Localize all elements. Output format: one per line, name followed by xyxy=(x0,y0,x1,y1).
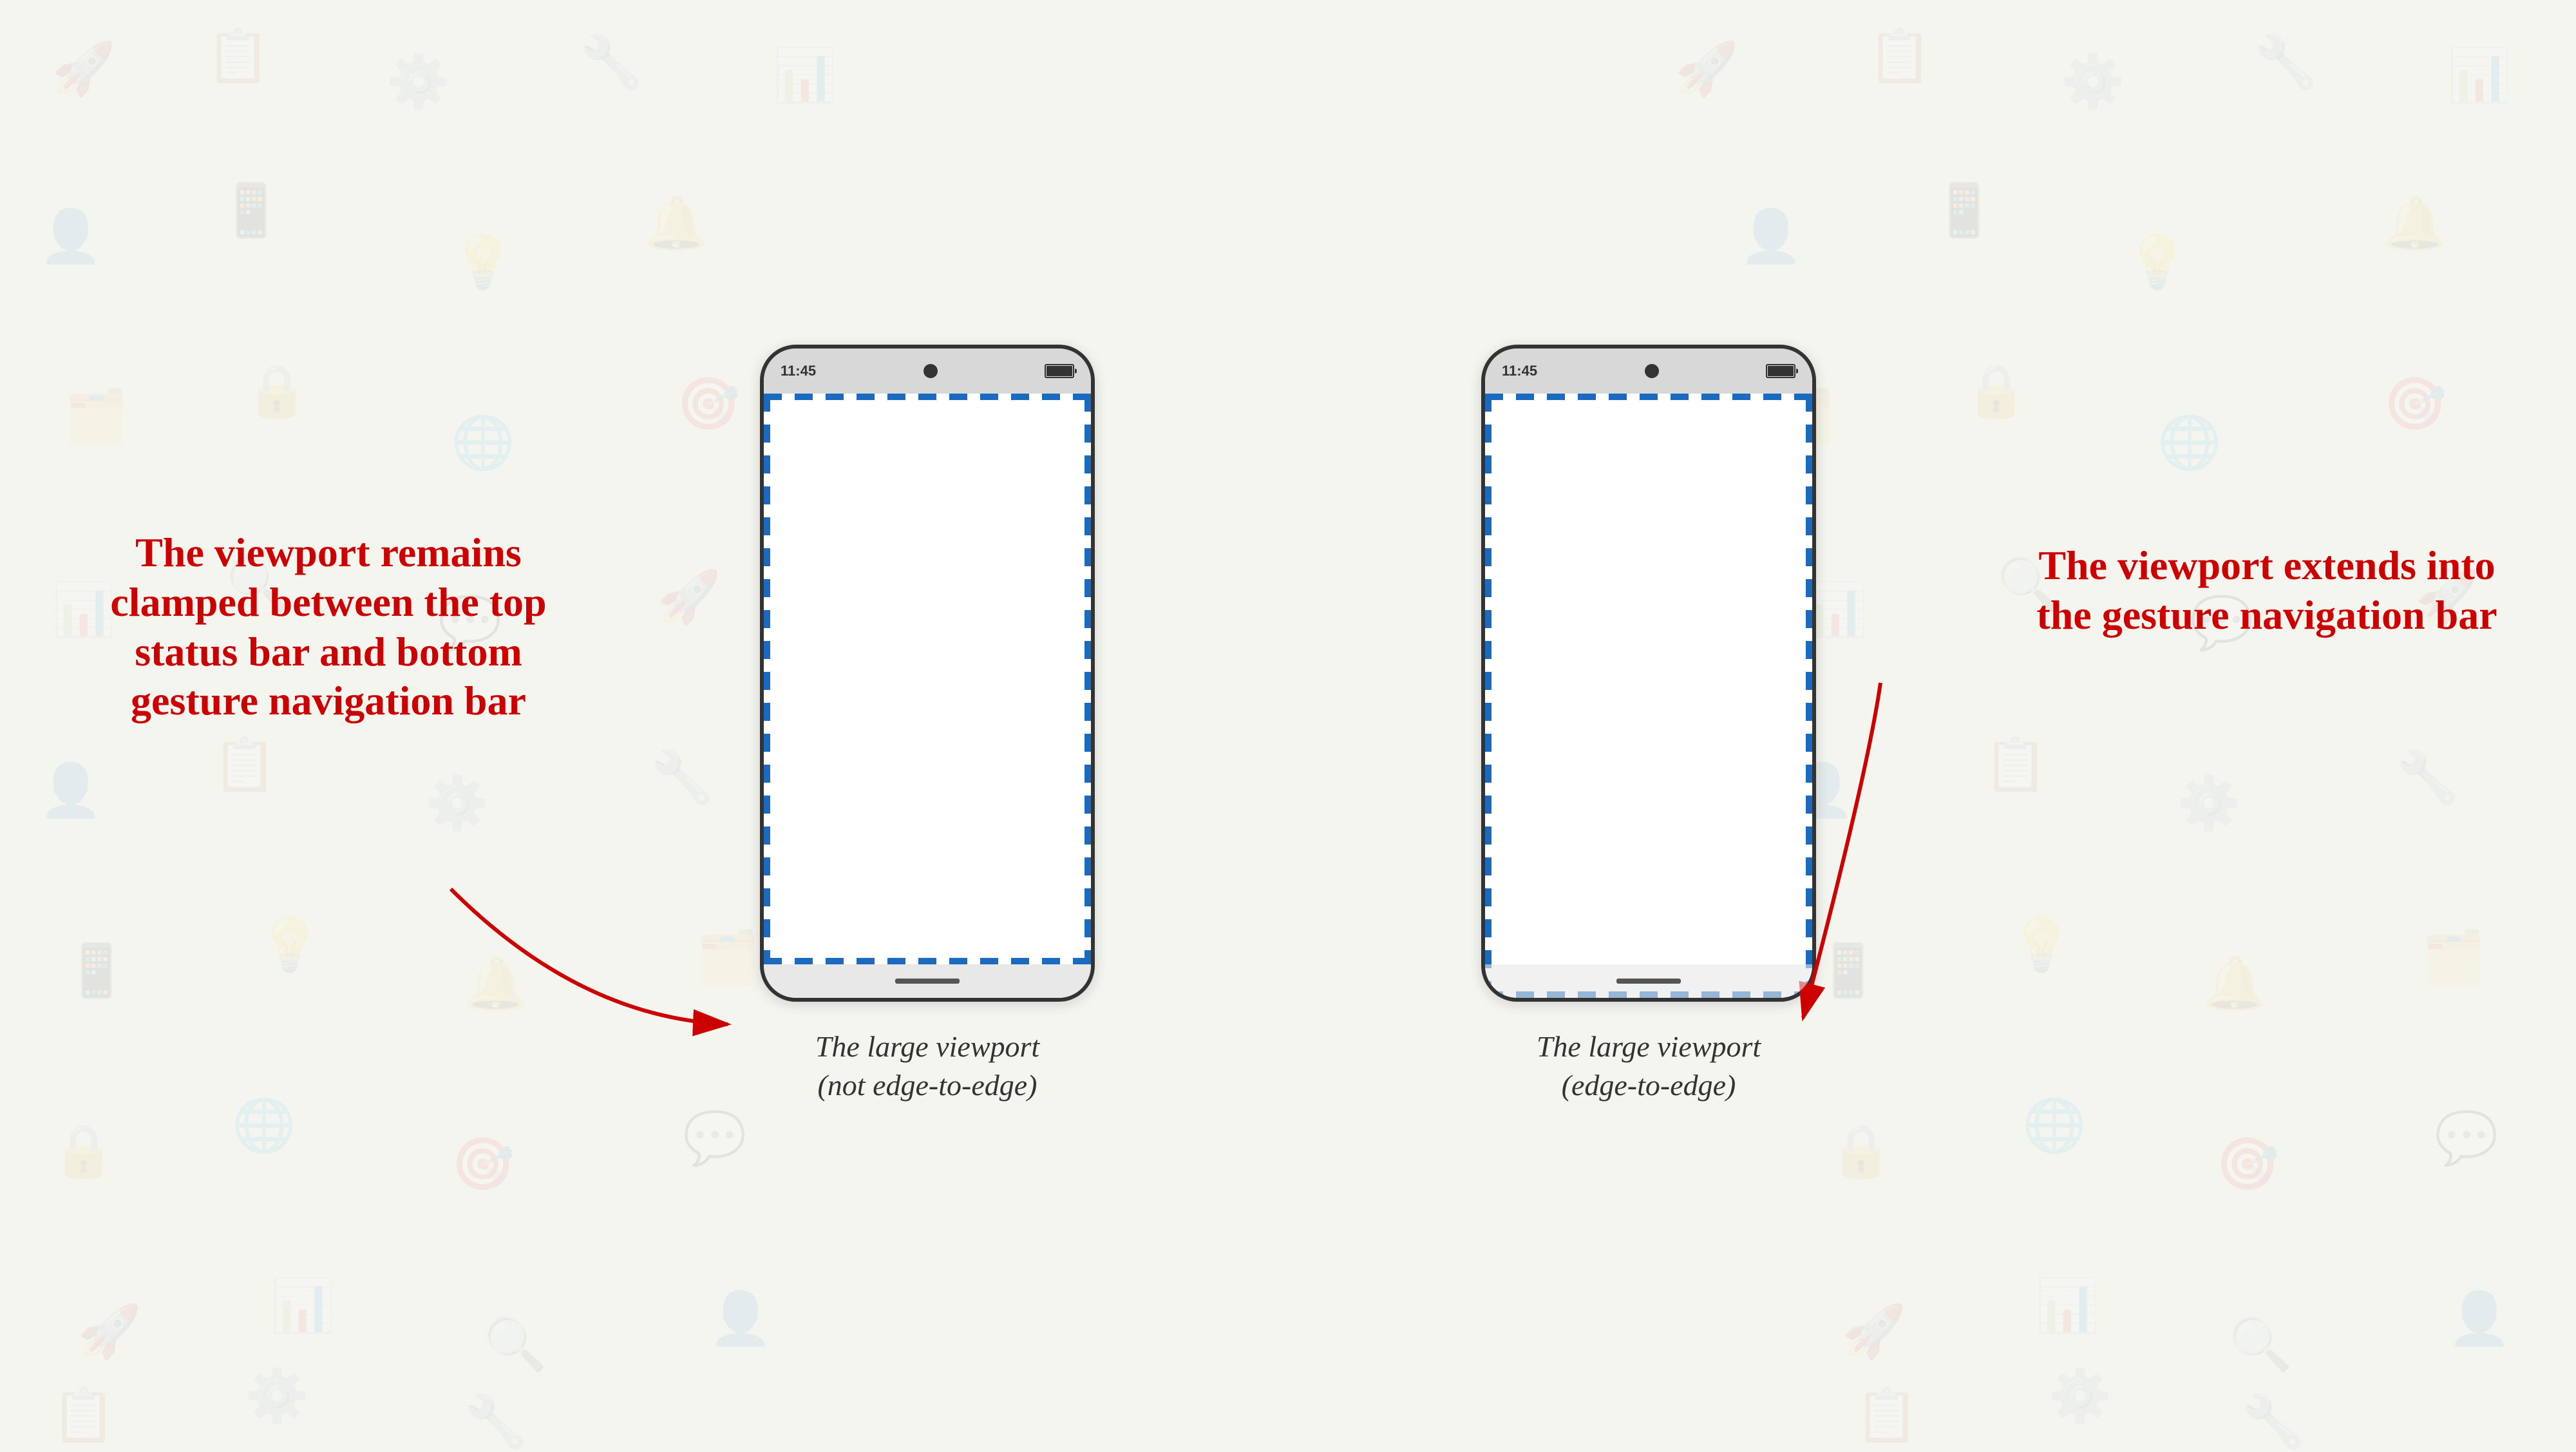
phone-left-home-indicator xyxy=(895,979,960,984)
phone-left-battery-fill xyxy=(1046,366,1072,376)
phone-right-wrapper: 11:45 The large viewport (edge-to-edge) xyxy=(1481,345,1816,1105)
phone-left-battery xyxy=(1045,364,1074,378)
phone-right-nav-bar xyxy=(1485,964,1812,998)
phone-right-caption: The large viewport (edge-to-edge) xyxy=(1537,1027,1761,1105)
phone-left: 11:45 xyxy=(760,345,1095,1002)
annotation-left: The viewport remains clamped between the… xyxy=(77,528,580,726)
phone-right-time: 11:45 xyxy=(1502,363,1537,379)
phone-left-wrapper: 11:45 The large viewport (not edge-to-ed… xyxy=(760,345,1095,1105)
phone-left-status-bar: 11:45 xyxy=(764,349,1091,394)
annotation-right: The viewport extends into the gesture na… xyxy=(2035,541,2499,640)
phone-left-nav-bar xyxy=(764,964,1091,998)
phone-right: 11:45 xyxy=(1481,345,1816,1002)
phone-right-battery-fill xyxy=(1768,366,1794,376)
phone-right-home-indicator xyxy=(1616,979,1681,984)
phone-right-camera xyxy=(1645,364,1659,378)
phone-left-time: 11:45 xyxy=(781,363,816,379)
phone-left-caption: The large viewport (not edge-to-edge) xyxy=(815,1027,1039,1105)
phone-right-battery xyxy=(1766,364,1795,378)
phone-right-viewport xyxy=(1485,394,1812,998)
phone-right-status-bar: 11:45 xyxy=(1485,349,1812,394)
phone-left-viewport xyxy=(764,394,1091,964)
phone-left-camera xyxy=(923,364,938,378)
